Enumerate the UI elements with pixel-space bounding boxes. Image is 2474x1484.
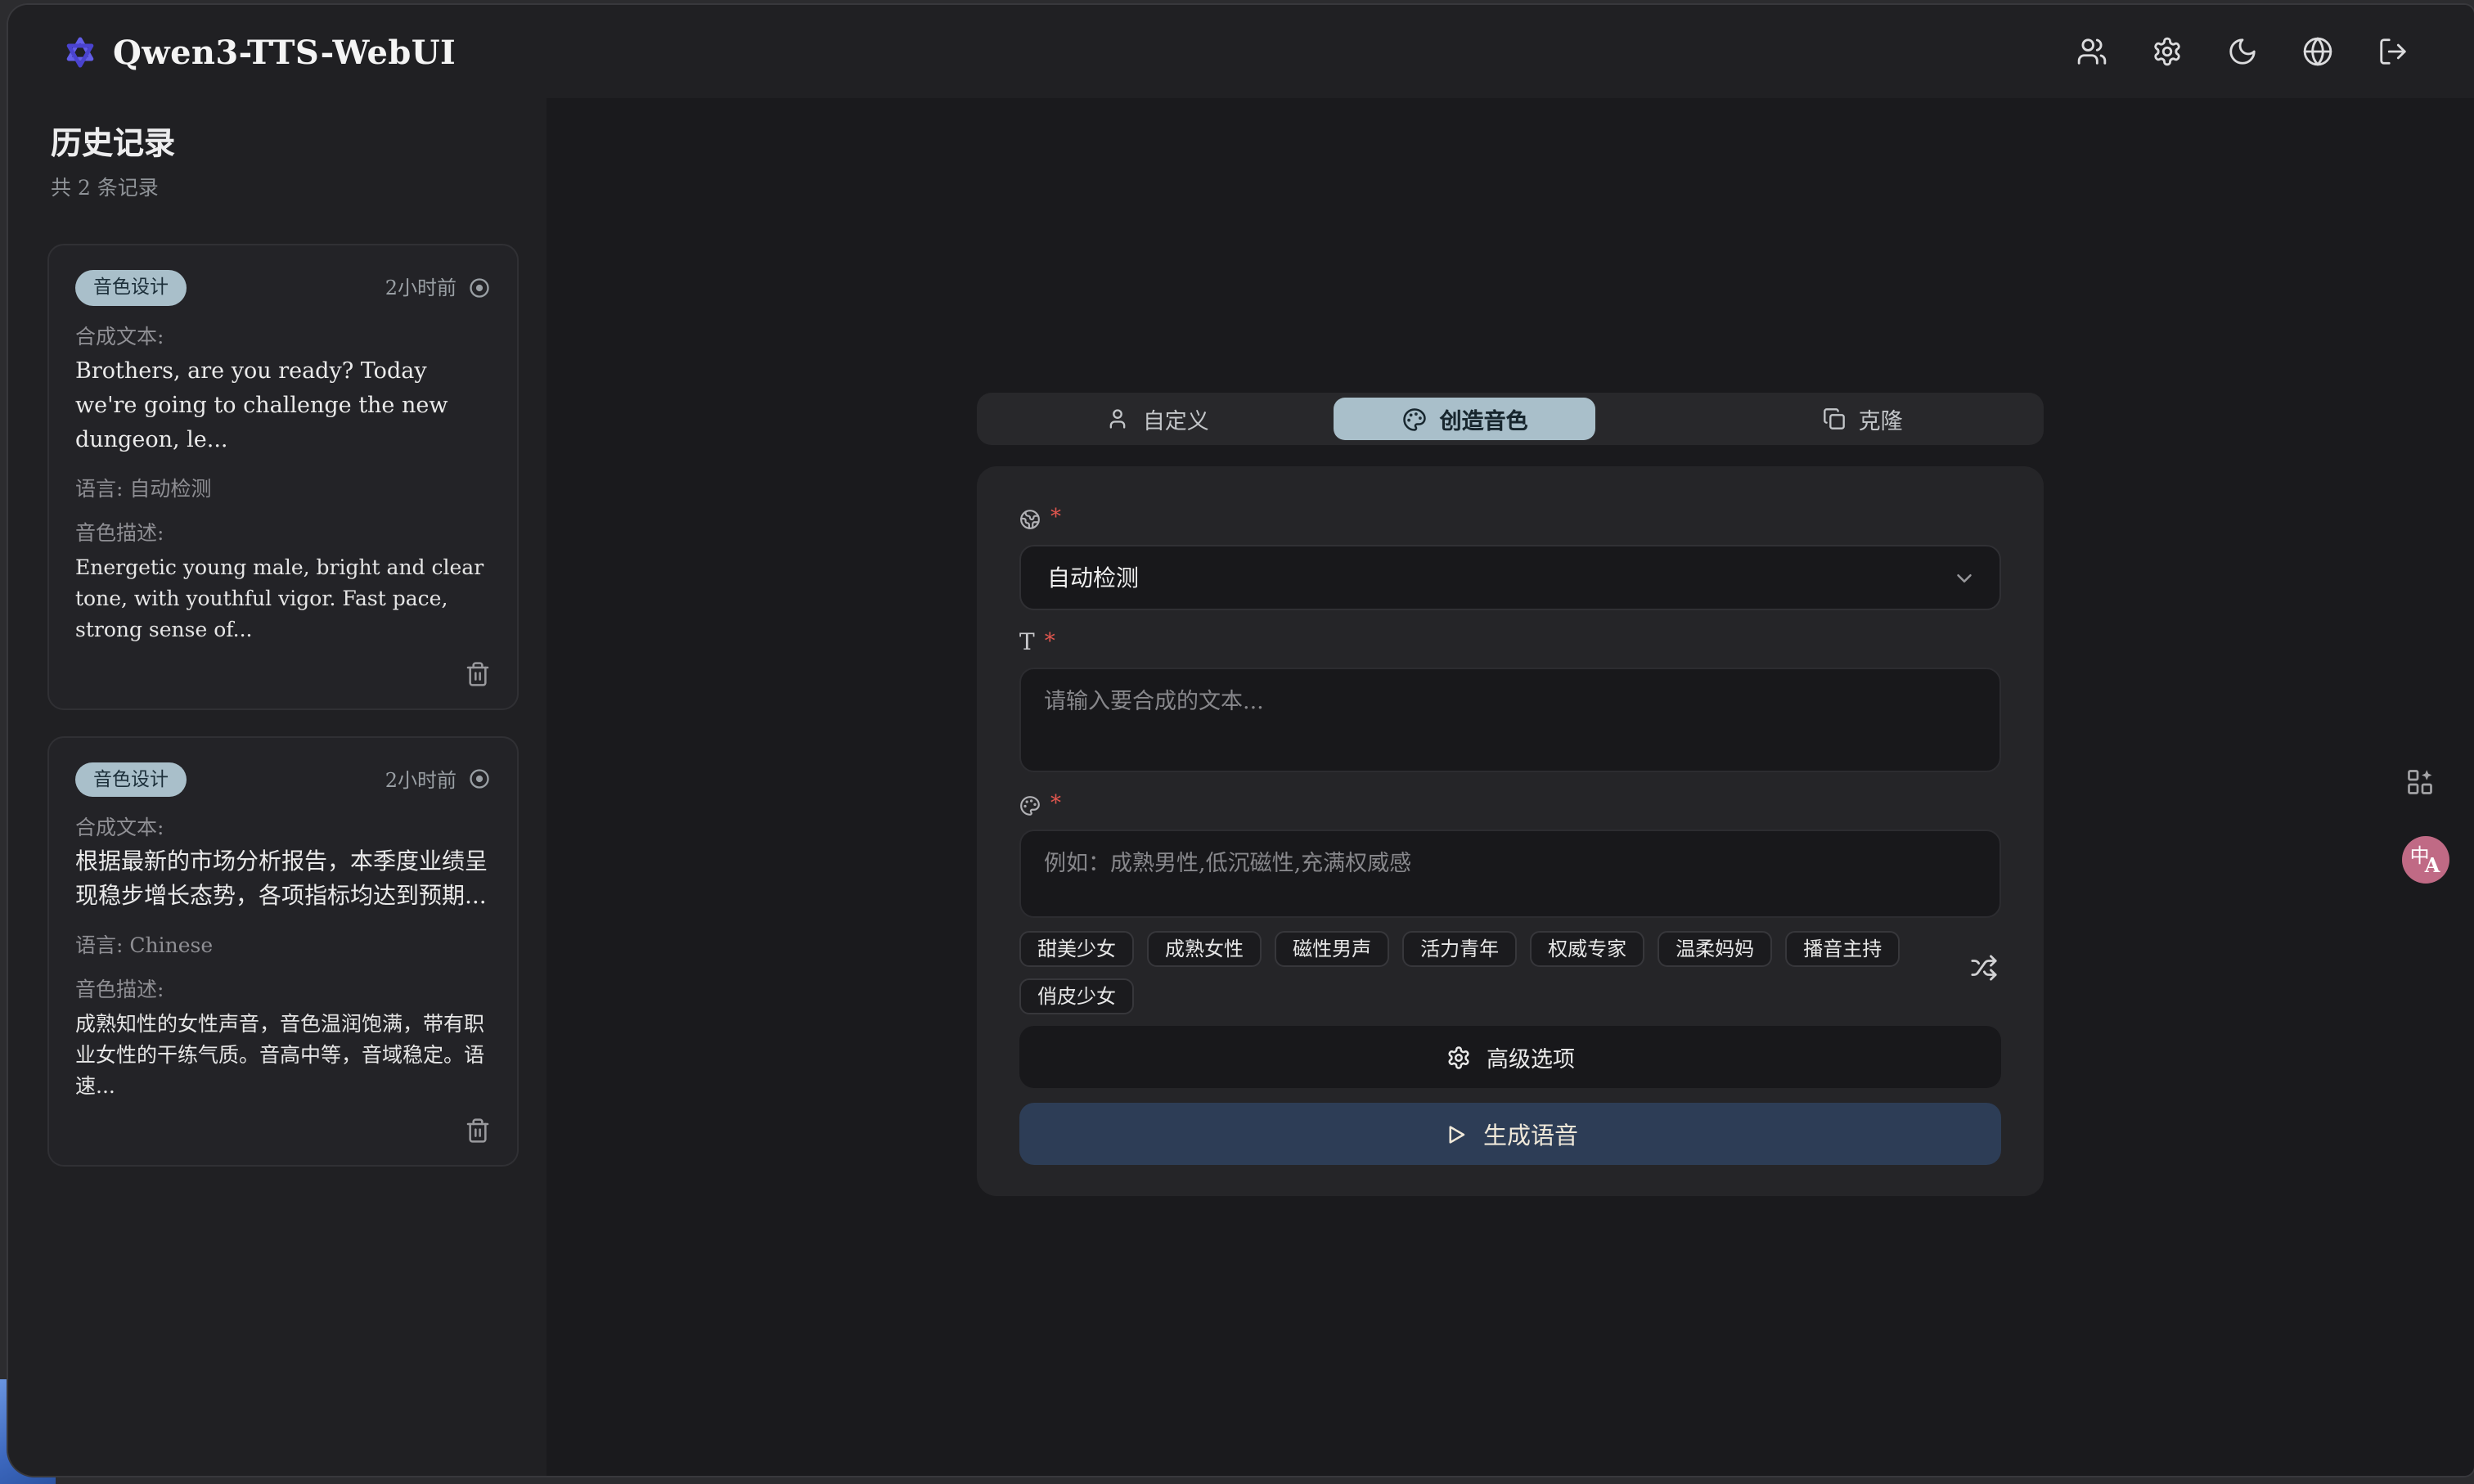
user-icon [1107,407,1130,430]
tab-label: 自定义 [1143,402,1209,435]
globe-icon[interactable] [2302,36,2333,67]
app-window: Qwen3-TTS-WebUI [8,5,2474,1476]
voice-tag[interactable]: 俏皮少女 [1019,978,1134,1014]
synthesis-text-input[interactable] [1019,668,2001,772]
trash-icon[interactable] [465,660,491,686]
tab-custom[interactable]: 自定义 [982,398,1334,440]
copy-icon [1823,407,1846,430]
app-title: Qwen3-TTS-WebUI [113,32,456,71]
active-tab-pill: 创造音色 [1334,398,1596,440]
history-card[interactable]: 音色设计 2小时前 合成文本: 根据最新的市场分析报告，本季度业绩呈现稳步增长态… [47,735,519,1167]
main-content: 自定义 创造音色 克隆 [547,98,2474,1476]
advanced-options-button[interactable]: 高级选项 [1019,1026,2001,1088]
history-card[interactable]: 音色设计 2小时前 合成文本: Brothers, are you ready?… [47,244,519,709]
history-card-list: 音色设计 2小时前 合成文本: Brothers, are you ready?… [8,244,547,1167]
voice-tag[interactable]: 甜美少女 [1019,931,1134,967]
language-select[interactable]: 自动检测 [1019,545,2001,610]
card-meta: 2小时前 [385,274,491,302]
text-field-label: T * [1019,633,2001,654]
card-meta: 2小时前 [385,766,491,794]
generate-speech-label: 生成语音 [1483,1117,1578,1151]
sidebar-record-count: 共 2 条记录 [51,175,547,201]
synth-text-label: 合成文本: [75,815,491,841]
advanced-options-label: 高级选项 [1487,1041,1575,1073]
tab-clone[interactable]: 克隆 [1686,398,2039,440]
synth-text-label: 合成文本: [75,323,491,349]
mode-tabbar: 自定义 创造音色 克隆 [977,393,2044,445]
header: Qwen3-TTS-WebUI [8,5,2474,98]
eye-icon[interactable] [468,277,491,299]
language-value: 自动检测 [129,475,211,500]
voice-desc-input[interactable] [1019,830,2001,918]
grid-sparkle-icon[interactable] [2405,767,2435,797]
generate-speech-button[interactable]: 生成语音 [1019,1103,2001,1165]
required-mark: * [1050,794,1061,815]
card-actions [75,1117,491,1144]
play-icon [1442,1122,1467,1146]
palette-icon [1019,795,1041,816]
globe-icon [1019,509,1041,530]
type-icon: T [1019,633,1035,654]
voice-desc-label: 音色描述: [75,977,491,1003]
trash-icon[interactable] [465,1117,491,1144]
tab-create-voice[interactable]: 创造音色 [1334,398,1687,440]
synth-text: Brothers, are you ready? Today we're goi… [75,354,491,457]
voice-tag[interactable]: 温柔妈妈 [1658,931,1772,967]
card-timestamp: 2小时前 [385,274,457,302]
voice-desc-text: Energetic young male, bright and clear t… [75,551,491,644]
users-icon[interactable] [2076,36,2107,67]
app-root: Qwen3-TTS-WebUI [0,0,2474,1484]
settings-icon[interactable] [2152,36,2183,67]
voice-preset-tags: 甜美少女 成熟女性 磁性男声 活力青年 权威专家 温柔妈妈 播音主持 俏皮少女 [1019,931,2001,1014]
eye-icon[interactable] [468,768,491,791]
gear-icon [1446,1045,1470,1069]
synth-text: 根据最新的市场分析报告，本季度业绩呈现稳步增长态势，各项指标均达到预期... [75,846,491,915]
required-mark: * [1045,632,1055,653]
translate-en-glyph: A [2425,855,2440,875]
palette-icon [1402,407,1427,431]
language-label: 语言: [75,475,123,500]
card-timestamp: 2小时前 [385,766,457,794]
voice-desc-label: 音色描述: [75,519,491,546]
card-header: 音色设计 2小时前 [75,270,491,305]
voice-tag[interactable]: 磁性男声 [1275,931,1389,967]
language-label: 语言: [75,933,123,957]
header-actions [2076,5,2409,98]
moon-icon[interactable] [2227,36,2258,67]
voice-tag[interactable]: 播音主持 [1785,931,1900,967]
card-type-badge: 音色设计 [75,270,187,305]
language-line: 语言: 自动检测 [75,475,491,501]
voice-tag[interactable]: 权威专家 [1530,931,1644,967]
language-value: Chinese [129,933,213,957]
sidebar-title: 历史记录 [51,124,547,164]
translate-icon[interactable]: 中 A [2402,836,2449,884]
chevron-down-icon [1952,565,1977,590]
card-header: 音色设计 2小时前 [75,762,491,797]
language-line: 语言: Chinese [75,933,491,959]
voice-desc-text: 成熟知性的女性声音，音色温润饱满，带有职业女性的干练气质。音高中等，音域稳定。语… [75,1008,491,1101]
shuffle-icon[interactable] [1970,954,1998,982]
qwen-logo-icon [62,34,98,70]
create-voice-panel: * 自动检测 T * [977,466,2044,1196]
voice-desc-field-label: * [1019,795,2001,816]
language-field-label: * [1019,509,2001,530]
history-sidebar: 历史记录 共 2 条记录 音色设计 2小时前 [8,98,547,1476]
voice-tag[interactable]: 活力青年 [1402,931,1517,967]
card-actions [75,660,491,686]
tab-label: 创造音色 [1440,402,1528,435]
card-type-badge: 音色设计 [75,762,187,797]
language-select-value: 自动检测 [1047,561,1952,594]
required-mark: * [1050,507,1061,528]
tab-label: 克隆 [1859,402,1903,435]
voice-tag[interactable]: 成熟女性 [1147,931,1262,967]
logout-icon[interactable] [2377,36,2409,67]
